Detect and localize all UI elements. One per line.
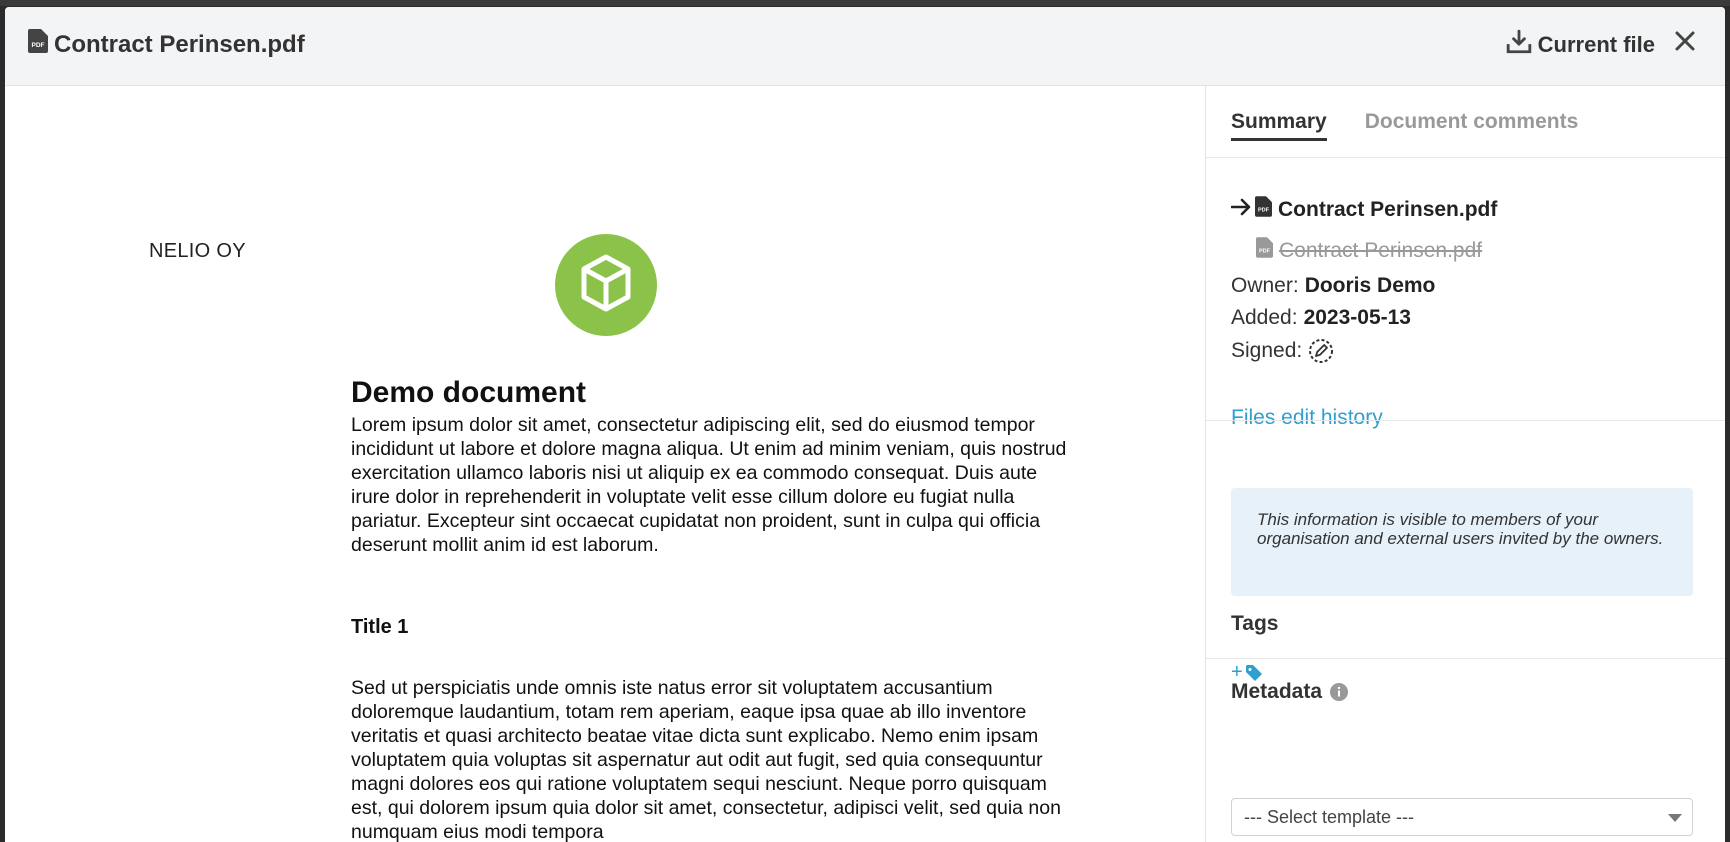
file-preview-modal: PDF Contract Perinsen.pdf Current file N… [5, 7, 1725, 842]
svg-text:PDF: PDF [1259, 249, 1271, 255]
current-file-name: Contract Perinsen.pdf [1278, 197, 1498, 221]
signed-label: Signed: [1231, 339, 1303, 362]
signed-row: Signed: [1231, 338, 1334, 364]
divider [1206, 658, 1725, 659]
tag-icon [1245, 664, 1263, 682]
divider [1206, 420, 1725, 421]
pdf-file-icon: PDF [1256, 237, 1273, 264]
metadata-template-select[interactable]: --- Select template --- [1231, 798, 1693, 836]
close-button[interactable] [1671, 29, 1699, 57]
sidebar-tabs: Summary Document comments [1231, 110, 1578, 141]
doc-paragraph-2: Sed ut perspiciatis unde omnis iste natu… [351, 677, 1061, 842]
metadata-title-row: Metadata [1231, 680, 1349, 704]
doc-logo [555, 234, 657, 336]
added-value: 2023-05-13 [1303, 306, 1411, 329]
download-icon [1506, 29, 1538, 61]
modal-header: PDF Contract Perinsen.pdf Current file [5, 7, 1725, 86]
template-select-value: --- Select template --- [1244, 806, 1415, 827]
metadata-title: Metadata [1231, 680, 1323, 703]
doc-company-name: NELIO OY [149, 240, 246, 262]
doc-paragraph-1: Lorem ipsum dolor sit amet, consectetur … [351, 414, 1067, 556]
document-preview[interactable]: NELIO OY Demo document Lorem ipsum dolor… [5, 86, 1205, 842]
tab-document-comments[interactable]: Document comments [1365, 110, 1579, 141]
close-icon [1675, 31, 1695, 56]
download-current-file-button[interactable]: Current file [1506, 29, 1655, 61]
pdf-file-icon: PDF [1255, 196, 1272, 223]
arrow-right-icon [1230, 198, 1251, 222]
info-icon[interactable] [1330, 683, 1349, 701]
files-edit-history-link[interactable]: Files edit history [1231, 406, 1383, 430]
owner-value: Dooris Demo [1304, 274, 1436, 297]
chevron-down-icon [1668, 814, 1682, 822]
current-file-version[interactable]: PDF Contract Perinsen.pdf [1230, 196, 1498, 223]
owner-label: Owner: [1231, 274, 1299, 297]
page-backdrop [0, 0, 1730, 6]
divider [1206, 157, 1725, 158]
previous-file-name: Contract Perinsen.pdf [1279, 238, 1483, 262]
added-label: Added: [1231, 306, 1298, 329]
tab-summary[interactable]: Summary [1231, 110, 1327, 141]
pdf-file-icon: PDF [28, 29, 48, 60]
doc-title: Demo document [351, 376, 587, 409]
cube-icon [574, 251, 638, 320]
modal-title-text: Contract Perinsen.pdf [54, 30, 305, 58]
svg-text:PDF: PDF [1258, 208, 1270, 214]
modal-title: PDF Contract Perinsen.pdf [28, 29, 305, 60]
file-details-sidebar: Summary Document comments PDF Contract P… [1205, 86, 1725, 842]
visibility-info-box: This information is visible to members o… [1231, 488, 1693, 596]
owner-row: Owner: Dooris Demo [1231, 274, 1435, 298]
added-row: Added: 2023-05-13 [1231, 306, 1411, 330]
previous-file-version[interactable]: PDF Contract Perinsen.pdf [1256, 237, 1482, 264]
download-label: Current file [1537, 32, 1655, 57]
signature-pending-icon[interactable] [1308, 338, 1334, 364]
tags-title: Tags [1231, 612, 1279, 635]
doc-subtitle: Title 1 [351, 616, 409, 638]
svg-text:PDF: PDF [32, 42, 45, 49]
visibility-info-text: This information is visible to members o… [1257, 510, 1664, 548]
